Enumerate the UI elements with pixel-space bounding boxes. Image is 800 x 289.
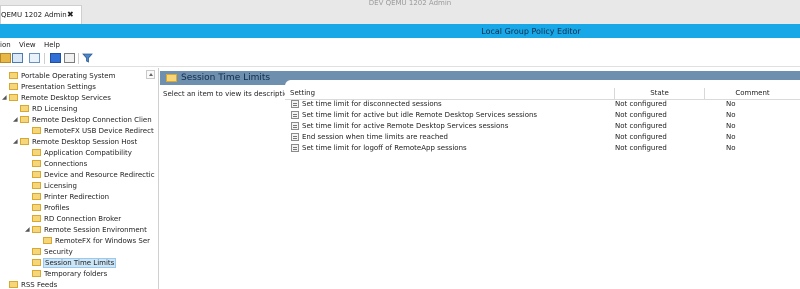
menu-bar: ion View Help: [0, 38, 800, 51]
setting-comment: No: [726, 144, 736, 152]
show-hide-icon[interactable]: [64, 53, 75, 63]
tree-scroll-up-button[interactable]: [146, 70, 155, 79]
folder-icon: [32, 127, 41, 134]
policy-tree: Portable Operating System Presentation S…: [0, 68, 159, 289]
vm-title: DEV QEMU 1202 Admin: [368, 0, 452, 7]
table-row[interactable]: Set time limit for logoff of RemoteApp s…: [285, 143, 800, 154]
setting-name: End session when time limits are reached: [302, 133, 449, 141]
setting-name: Set time limit for logoff of RemoteApp s…: [302, 144, 467, 152]
expand-arrow-icon: ◢: [13, 138, 18, 145]
tree-item[interactable]: RD Licensing: [13, 104, 77, 114]
folder-icon: [32, 149, 41, 156]
folder-icon: [166, 74, 177, 82]
window-title: Local Group Policy Editor: [481, 27, 581, 36]
expand-arrow-icon: ◢: [13, 116, 18, 123]
tree-item[interactable]: Printer Redirection: [25, 192, 109, 202]
folder-icon: [32, 215, 41, 222]
folder-icon: [9, 281, 18, 288]
export-list-icon[interactable]: [29, 53, 40, 63]
folder-icon: [20, 105, 29, 112]
table-row[interactable]: Set time limit for disconnected sessions…: [285, 99, 800, 110]
description-text: Select an item to view its description.: [163, 90, 296, 98]
toolbar-separator: [78, 53, 79, 64]
setting-name: Set time limit for disconnected sessions: [302, 100, 442, 108]
tree-item[interactable]: RemoteFX for Windows Ser: [36, 236, 150, 246]
setting-comment: No: [726, 111, 736, 119]
folder-icon: [32, 259, 41, 266]
table-row[interactable]: Set time limit for active but idle Remot…: [285, 110, 800, 121]
toolbar-separator: [44, 53, 45, 64]
folder-icon: [43, 237, 52, 244]
folder-icon: [32, 204, 41, 211]
browser-tab[interactable]: QEMU 1202 Admin ✖: [0, 5, 82, 24]
folder-icon: [20, 116, 29, 123]
setting-state: Not configured: [615, 100, 667, 108]
tree-item[interactable]: Licensing: [25, 181, 77, 191]
policy-setting-icon: [291, 111, 299, 119]
folder-icon: [32, 171, 41, 178]
menu-help[interactable]: Help: [44, 41, 60, 49]
expand-arrow-icon: ◢: [25, 226, 30, 233]
folder-icon: [32, 248, 41, 255]
properties-icon[interactable]: [12, 53, 23, 63]
folder-icon: [9, 72, 18, 79]
tree-item[interactable]: Temporary folders: [25, 269, 107, 279]
folder-icon: [20, 138, 29, 145]
settings-list: Setting State Comment Set time limit for…: [285, 80, 800, 289]
expand-arrow-icon: ◢: [2, 94, 7, 101]
tree-item[interactable]: RemoteFX USB Device Redirect: [25, 126, 154, 136]
menu-action[interactable]: ion: [0, 41, 11, 49]
tree-item[interactable]: RD Connection Broker: [25, 214, 121, 224]
tree-item[interactable]: Security: [25, 247, 73, 257]
tree-item[interactable]: Portable Operating System: [2, 71, 115, 81]
policy-setting-icon: [291, 144, 299, 152]
setting-state: Not configured: [615, 133, 667, 141]
folder-icon: [32, 226, 41, 233]
setting-state: Not configured: [615, 122, 667, 130]
tree-item-selected[interactable]: Session Time Limits: [25, 258, 117, 268]
setting-comment: No: [726, 122, 736, 130]
window-title-bar: Local Group Policy Editor: [0, 24, 800, 38]
policy-setting-icon: [291, 122, 299, 130]
tree-item[interactable]: Application Compatibility: [25, 148, 132, 158]
folder-icon: [9, 94, 18, 101]
help-icon[interactable]: [50, 53, 61, 63]
setting-state: Not configured: [615, 111, 667, 119]
browser-tab-label: QEMU 1202 Admin: [1, 11, 67, 19]
tree-item[interactable]: ◢ Remote Desktop Connection Clien: [13, 115, 152, 125]
folder-icon: [9, 83, 18, 90]
folder-icon: [32, 270, 41, 277]
menu-view[interactable]: View: [19, 41, 36, 49]
tree-item[interactable]: Presentation Settings: [2, 82, 96, 92]
setting-name: Set time limit for active Remote Desktop…: [302, 122, 509, 130]
tree-item[interactable]: ◢ Remote Desktop Session Host: [13, 137, 137, 147]
setting-state: Not configured: [615, 144, 667, 152]
setting-name: Set time limit for active but idle Remot…: [302, 111, 538, 119]
folder-icon: [32, 182, 41, 189]
column-header-setting[interactable]: Setting: [290, 88, 615, 99]
folder-icon: [32, 160, 41, 167]
tree-item[interactable]: Profiles: [25, 203, 69, 213]
setting-comment: No: [726, 100, 736, 108]
tree-item[interactable]: Device and Resource Redirectic: [25, 170, 155, 180]
close-icon[interactable]: ✖: [67, 10, 74, 19]
folder-icon: [32, 193, 41, 200]
back-icon[interactable]: [0, 53, 11, 63]
tree-item[interactable]: RSS Feeds: [2, 280, 57, 289]
policy-setting-icon: [291, 100, 299, 108]
column-header-comment[interactable]: Comment: [705, 88, 800, 99]
setting-comment: No: [726, 133, 736, 141]
filter-icon[interactable]: [82, 53, 93, 63]
pane-title: Session Time Limits: [181, 73, 271, 83]
policy-setting-icon: [291, 133, 299, 141]
table-row[interactable]: End session when time limits are reached…: [285, 132, 800, 143]
tree-item[interactable]: ◢ Remote Session Environment: [25, 225, 147, 235]
toolbar: [0, 51, 800, 67]
column-header-state[interactable]: State: [615, 88, 705, 99]
table-row[interactable]: Set time limit for active Remote Desktop…: [285, 121, 800, 132]
tree-item[interactable]: Connections: [25, 159, 87, 169]
tree-item[interactable]: ◢ Remote Desktop Services: [2, 93, 111, 103]
